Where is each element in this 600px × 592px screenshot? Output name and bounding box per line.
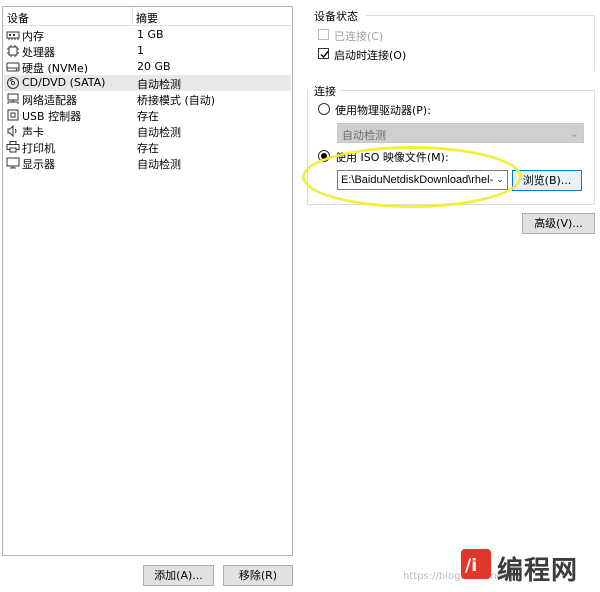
chevron-down-icon: ⌄ <box>569 127 579 140</box>
device-name: USB 控制器 <box>22 110 82 123</box>
sound-icon <box>6 124 20 138</box>
column-header-device[interactable]: 设备 <box>7 10 29 26</box>
physical-drive-value: 自动检测 <box>342 129 386 142</box>
device-row-display[interactable]: 显示器 自动检测 <box>4 155 291 171</box>
device-row-cd-dvd[interactable]: CD/DVD (SATA) 自动检测 <box>4 75 291 91</box>
printer-icon <box>6 141 20 153</box>
device-name: 内存 <box>22 30 44 43</box>
harddisk-icon <box>6 61 20 73</box>
device-name: 硬盘 (NVMe) <box>22 62 89 75</box>
device-row-usb-controller[interactable]: USB 控制器 存在 <box>4 107 291 123</box>
cpu-icon <box>6 45 20 57</box>
memory-icon <box>6 29 20 41</box>
device-row-printer[interactable]: 打印机 存在 <box>4 139 291 155</box>
device-summary: 自动检测 <box>137 126 181 139</box>
use-iso-image-radio[interactable] <box>318 150 330 162</box>
physical-drive-select[interactable]: 自动检测 ⌄ <box>337 123 584 143</box>
device-name: 显示器 <box>22 158 55 171</box>
column-separator[interactable] <box>132 7 133 25</box>
monitor-icon <box>6 157 20 169</box>
add-device-button[interactable]: 添加(A)... <box>143 565 214 586</box>
device-row-harddisk[interactable]: 硬盘 (NVMe) 20 GB <box>4 59 291 75</box>
usb-icon <box>6 109 20 121</box>
advanced-button[interactable]: 高级(V)... <box>522 213 595 234</box>
device-row-memory[interactable]: 内存 1 GB <box>4 27 291 43</box>
device-row-network-adapter[interactable]: 网络适配器 桥接模式 (自动) <box>4 91 291 107</box>
cd-dvd-icon <box>6 77 20 89</box>
svg-text:/i: /i <box>465 556 477 576</box>
use-iso-image-label: 使用 ISO 映像文件(M): <box>335 151 449 164</box>
device-row-processor[interactable]: 处理器 1 <box>4 43 291 59</box>
device-summary: 自动检测 <box>137 78 181 91</box>
connected-checkbox[interactable] <box>318 29 329 40</box>
checkmark-icon <box>320 51 329 59</box>
iso-path-value: E:\BaiduNetdiskDownload\rhel-8 <box>341 174 500 186</box>
device-summary: 1 <box>137 44 144 57</box>
device-name: 处理器 <box>22 46 55 59</box>
device-summary: 1 GB <box>137 28 164 41</box>
group-divider <box>366 15 595 16</box>
device-summary: 20 GB <box>137 60 171 73</box>
browse-button[interactable]: 浏览(B)... <box>512 170 582 191</box>
watermark-site-text: https://blog.csdn.net/ <box>403 571 510 582</box>
column-header-summary[interactable]: 摘要 <box>136 10 158 26</box>
iso-path-combobox[interactable]: E:\BaiduNetdiskDownload\rhel-8 ⌄ <box>337 170 508 190</box>
device-name: CD/DVD (SATA) <box>22 76 106 89</box>
use-physical-drive-radio[interactable] <box>318 103 330 115</box>
connect-at-power-on-label: 启动时连接(O) <box>334 49 407 62</box>
device-summary: 桥接模式 (自动) <box>137 94 216 107</box>
use-physical-drive-label: 使用物理驱动器(P): <box>335 104 431 117</box>
device-summary: 自动检测 <box>137 158 181 171</box>
device-name: 网络适配器 <box>22 94 77 107</box>
brand-name: 编程网 <box>497 556 579 586</box>
device-name: 打印机 <box>22 142 55 155</box>
device-summary: 存在 <box>137 110 159 123</box>
chevron-down-icon[interactable]: ⌄ <box>493 171 507 189</box>
device-name: 声卡 <box>22 126 44 139</box>
connected-label: 已连接(C) <box>334 30 384 43</box>
device-list-panel: 设备 摘要 内存 1 GB 处理器 1 硬盘 (NVMe) 20 GB CD/D… <box>2 6 293 556</box>
connect-at-power-on-checkbox[interactable] <box>318 48 329 59</box>
device-list-header: 设备 摘要 <box>3 7 292 26</box>
remove-device-button[interactable]: 移除(R) <box>223 565 293 586</box>
network-adapter-icon <box>6 93 20 105</box>
brand-logo-icon: /i <box>461 549 491 579</box>
device-row-sound-card[interactable]: 声卡 自动检测 <box>4 123 291 139</box>
radio-selected-dot <box>321 153 327 159</box>
device-summary: 存在 <box>137 142 159 155</box>
